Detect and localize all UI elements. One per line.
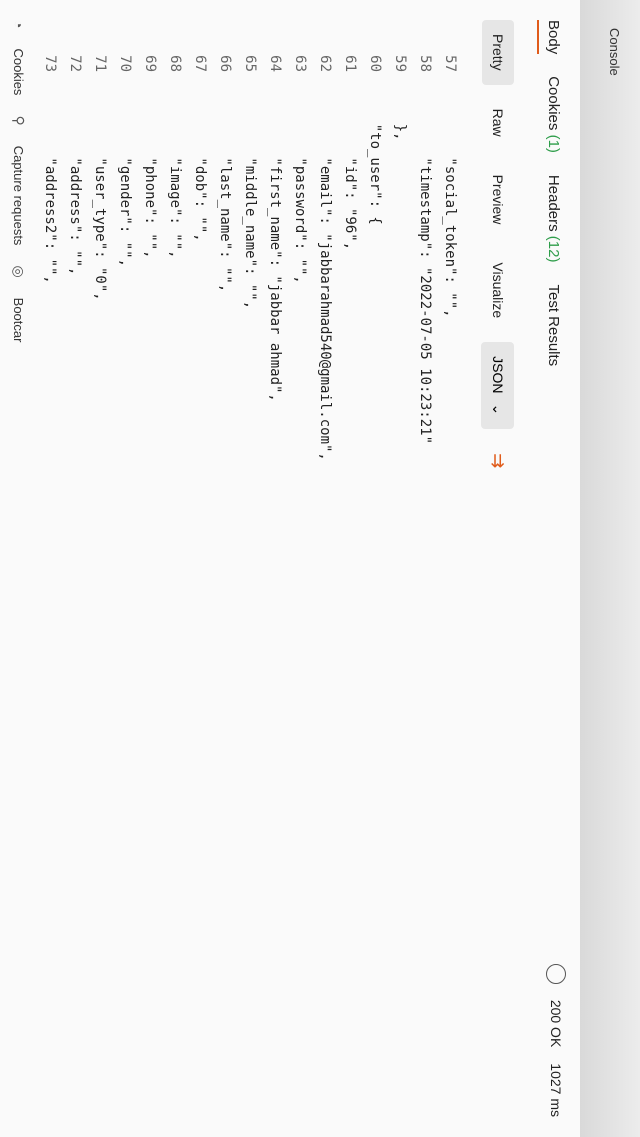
code-text: "timestamp": "2022-07-05 10:23:21": [417, 90, 433, 445]
line-number: 68: [167, 55, 183, 72]
code-text: "last_name": "",: [217, 90, 233, 293]
cookies-link[interactable]: Cookies: [12, 48, 27, 95]
body-view-toolbar: Pretty Raw Preview Visualize JSON ⌄ ⇉: [476, 20, 520, 1117]
line-number: 58: [417, 55, 433, 72]
code-text: "dob": "",: [192, 90, 208, 242]
line-number: 73: [42, 55, 58, 72]
code-line: 64 "first_name": "jabbar ahmad",: [262, 20, 287, 1117]
code-text: "user_type": "0",: [92, 90, 108, 301]
code-text: "gender": "",: [117, 90, 133, 268]
code-text: },: [392, 90, 408, 141]
tab-headers[interactable]: Headers (12): [546, 175, 563, 263]
response-time: 1027 ms: [548, 1063, 564, 1117]
code-line: 63 "password": "",: [287, 20, 312, 1117]
code-text: "first_name": "jabbar ahmad",: [267, 90, 283, 402]
visualize-button[interactable]: Visualize: [482, 248, 514, 332]
line-number: 62: [317, 55, 333, 72]
code-line: 65 "middle_name": "",: [237, 20, 262, 1117]
console-label[interactable]: Console: [607, 28, 622, 76]
code-text: "address2": "",: [42, 90, 58, 284]
line-number: 60: [367, 55, 383, 72]
response-status: 200 OK 1027 ms: [546, 963, 566, 1117]
status-code: 200 OK: [548, 999, 564, 1048]
pretty-button[interactable]: Pretty: [482, 20, 514, 85]
code-line: 61 "id": "96",: [337, 20, 362, 1117]
response-code-viewer[interactable]: 57 "social_token": "", 58 "timestamp": "2…: [40, 20, 462, 1117]
line-number: 59: [392, 55, 408, 72]
code-text: "password": "",: [292, 90, 308, 284]
bootcamp-icon: ◎: [11, 265, 28, 278]
tab-body[interactable]: Body: [546, 20, 563, 54]
format-select[interactable]: JSON ⌄: [481, 342, 515, 430]
raw-button[interactable]: Raw: [482, 95, 514, 151]
line-number: 72: [67, 55, 83, 72]
response-tabs: Body Cookies (1) Headers (12) Test Resul…: [528, 20, 580, 366]
code-text: "social_token": "",: [442, 90, 458, 318]
chevron-down-icon: ⌄: [490, 403, 507, 416]
line-number: 70: [117, 55, 133, 72]
globe-icon: [546, 963, 566, 984]
code-line: 67 "dob": "",: [187, 20, 212, 1117]
response-panel: Body Cookies (1) Headers (12) Test Resul…: [0, 0, 580, 1137]
tab-test-results[interactable]: Test Results: [546, 284, 563, 366]
preview-button[interactable]: Preview: [482, 161, 514, 239]
line-number: 57: [442, 55, 458, 72]
code-line: 62 "email": "jabbarahmad540@gmail.com",: [312, 20, 337, 1117]
code-text: "id": "96",: [342, 90, 358, 251]
capture-icon: ⚲: [11, 115, 28, 126]
cookie-icon: ◔: [11, 20, 27, 29]
code-line: 66 "last_name": "",: [212, 20, 237, 1117]
code-line: 73 "address2": "",: [37, 20, 62, 1117]
line-number: 64: [267, 55, 283, 72]
code-text: "phone": "",: [142, 90, 158, 259]
code-line: 71 "user_type": "0",: [87, 20, 112, 1117]
code-line: 59 },: [387, 20, 412, 1117]
status-footer: ◔ Cookies ⚲ Capture requests ◎ Bootcar: [6, 20, 32, 1117]
code-text: "middle_name": "",: [242, 90, 258, 310]
postman-window: Console Body Cookies (1) Headers (12) Te…: [0, 0, 640, 1137]
code-line: 68 "image": "",: [162, 20, 187, 1117]
code-text: "address": "",: [67, 90, 83, 276]
window-edge: Console: [580, 0, 640, 1137]
bootcamp-link[interactable]: Bootcar: [12, 298, 27, 343]
tab-cookies[interactable]: Cookies (1): [546, 76, 563, 153]
line-number: 65: [242, 55, 258, 72]
code-text: "email": "jabbarahmad540@gmail.com",: [317, 90, 333, 461]
code-line: 57 "social_token": "",: [437, 20, 462, 1117]
wrap-lines-icon[interactable]: ⇉: [488, 453, 509, 468]
capture-requests-link[interactable]: Capture requests: [12, 146, 27, 246]
code-line: 70 "gender": "",: [112, 20, 137, 1117]
code-text: "image": "",: [167, 90, 183, 259]
line-number: 71: [92, 55, 108, 72]
line-number: 66: [217, 55, 233, 72]
line-number: 69: [142, 55, 158, 72]
code-line: 58 "timestamp": "2022-07-05 10:23:21": [412, 20, 437, 1117]
line-number: 61: [342, 55, 358, 72]
line-number: 67: [192, 55, 208, 72]
code-line: 69 "phone": "",: [137, 20, 162, 1117]
code-line: 72 "address": "",: [62, 20, 87, 1117]
line-number: 63: [292, 55, 308, 72]
code-text: "to_user": {: [367, 90, 383, 225]
code-line: 60 "to_user": {: [362, 20, 387, 1117]
